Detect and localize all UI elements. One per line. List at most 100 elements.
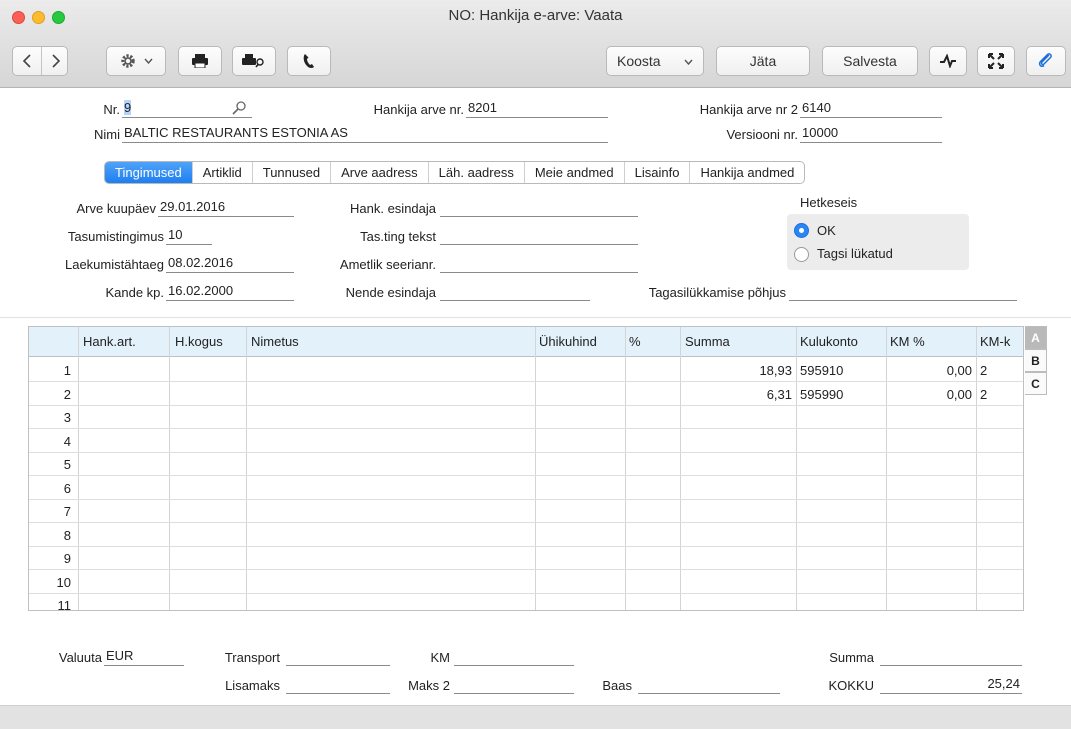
nende-esindaja-field[interactable] bbox=[440, 283, 590, 301]
hank-esindaja-field[interactable] bbox=[440, 199, 638, 217]
nende-esindaja-label: Nende esindaja bbox=[345, 285, 436, 300]
arve-kuupaev-field[interactable]: 29.01.2016 bbox=[158, 199, 294, 217]
tas-ting-tekst-label: Tas.ting tekst bbox=[360, 229, 436, 244]
versioon-field[interactable]: 10000 bbox=[800, 125, 942, 143]
nr-value: 9 bbox=[124, 100, 132, 115]
maks2-label: Maks 2 bbox=[408, 678, 450, 693]
status-ok-label: OK bbox=[817, 223, 836, 238]
kokku-field[interactable]: 25,24 bbox=[880, 676, 1022, 694]
tab-tunnused[interactable]: Tunnused bbox=[253, 162, 332, 183]
table-row[interactable]: 10 bbox=[29, 570, 1023, 594]
column-header-summa[interactable]: Summa bbox=[685, 334, 795, 349]
cell-kulukonto[interactable]: 595990 bbox=[800, 387, 882, 402]
cell-summa[interactable]: 18,93 bbox=[684, 363, 792, 378]
jata-button[interactable]: Jäta bbox=[716, 46, 810, 76]
section-divider bbox=[0, 317, 1071, 318]
chevron-right-icon bbox=[51, 54, 60, 68]
kande-kp-field[interactable]: 16.02.2000 bbox=[166, 283, 294, 301]
forward-button[interactable] bbox=[42, 47, 69, 75]
column-header-hank-art[interactable]: Hank.art. bbox=[83, 334, 168, 349]
side-tab-a[interactable]: A bbox=[1025, 326, 1047, 349]
column-header-uhikuhind[interactable]: Ühikuhind bbox=[539, 334, 623, 349]
hankija-arve2-field[interactable]: 6140 bbox=[800, 100, 942, 118]
back-button[interactable] bbox=[13, 47, 41, 75]
column-header-nimetus[interactable]: Nimetus bbox=[251, 334, 534, 349]
attachment-button[interactable] bbox=[1026, 46, 1066, 76]
ametlik-seerianr-field[interactable] bbox=[440, 255, 638, 273]
baas-field[interactable] bbox=[638, 676, 780, 694]
column-header-h-kogus[interactable]: H.kogus bbox=[175, 334, 246, 349]
table-row[interactable]: 2 6,31 595990 0,00 2 bbox=[29, 382, 1023, 406]
table-row[interactable]: 7 bbox=[29, 499, 1023, 523]
laekumistahtaeg-field[interactable]: 08.02.2016 bbox=[166, 255, 294, 273]
tagasilukkamise-pohjus-field[interactable] bbox=[789, 283, 1017, 301]
transport-field[interactable] bbox=[286, 648, 390, 666]
side-tab-c[interactable]: C bbox=[1025, 372, 1047, 395]
print-button[interactable] bbox=[178, 46, 222, 76]
column-header-km-percent[interactable]: KM % bbox=[890, 334, 974, 349]
form-area: Nr. 9 Hankija arve nr. 8201 Hankija arve… bbox=[0, 89, 1071, 705]
hankija-arve-field[interactable]: 8201 bbox=[466, 100, 608, 118]
expand-button[interactable] bbox=[977, 46, 1015, 76]
lisamaks-field[interactable] bbox=[286, 676, 390, 694]
row-number: 10 bbox=[56, 574, 71, 590]
print-preview-button[interactable] bbox=[232, 46, 276, 76]
status-ok-radio[interactable] bbox=[794, 223, 809, 238]
cell-km-k[interactable]: 2 bbox=[980, 387, 1021, 402]
tas-ting-tekst-field[interactable] bbox=[440, 227, 638, 245]
chevron-down-icon bbox=[143, 58, 153, 64]
tab-tingimused[interactable]: Tingimused bbox=[105, 162, 193, 183]
table-side-tabs: A B C bbox=[1025, 326, 1047, 395]
cell-km-k[interactable]: 2 bbox=[980, 363, 1021, 378]
valuuta-field[interactable]: EUR bbox=[104, 648, 184, 666]
tab-artiklid[interactable]: Artiklid bbox=[193, 162, 253, 183]
table-row[interactable]: 5 bbox=[29, 452, 1023, 476]
cell-summa[interactable]: 6,31 bbox=[684, 387, 792, 402]
column-header-kulukonto[interactable]: Kulukonto bbox=[800, 334, 884, 349]
table-row[interactable]: 6 bbox=[29, 476, 1023, 500]
summa-field[interactable] bbox=[880, 648, 1022, 666]
window-title: NO: Hankija e-arve: Vaata bbox=[448, 7, 623, 24]
row-number: 8 bbox=[63, 527, 71, 543]
tab-lah-aadress[interactable]: Läh. aadress bbox=[429, 162, 525, 183]
table-row[interactable]: 9 bbox=[29, 546, 1023, 570]
activity-button[interactable] bbox=[929, 46, 967, 76]
tab-meie-andmed[interactable]: Meie andmed bbox=[525, 162, 625, 183]
table-row[interactable]: 4 bbox=[29, 429, 1023, 453]
cell-km-percent[interactable]: 0,00 bbox=[890, 363, 972, 378]
paperclip-icon bbox=[1038, 53, 1052, 68]
tab-hankija-andmed[interactable]: Hankija andmed bbox=[690, 162, 804, 183]
chevron-left-icon bbox=[22, 54, 31, 68]
table-row[interactable]: 3 bbox=[29, 405, 1023, 429]
row-number: 1 bbox=[63, 363, 71, 378]
table-row[interactable]: 11 bbox=[29, 593, 1023, 610]
column-header-km-k[interactable]: KM-k bbox=[980, 334, 1023, 349]
side-tab-b[interactable]: B bbox=[1025, 349, 1047, 372]
maks2-field[interactable] bbox=[454, 676, 574, 694]
koosta-label: Koosta bbox=[617, 53, 661, 69]
cell-kulukonto[interactable]: 595910 bbox=[800, 363, 882, 378]
status-bar bbox=[0, 705, 1071, 729]
search-icon[interactable] bbox=[232, 101, 246, 115]
kokku-label: KOKKU bbox=[828, 678, 874, 693]
tasumistingimus-label: Tasumistingimus bbox=[67, 229, 164, 244]
actions-menu-button[interactable] bbox=[106, 46, 166, 76]
laekumistahtaeg-label: Laekumistähtaeg bbox=[64, 257, 164, 272]
km-field[interactable] bbox=[454, 648, 574, 666]
koosta-dropdown[interactable]: Koosta bbox=[606, 46, 704, 76]
nimi-field[interactable]: BALTIC RESTAURANTS ESTONIA AS bbox=[122, 125, 608, 143]
tab-lisainfo[interactable]: Lisainfo bbox=[625, 162, 691, 183]
table-row[interactable]: 1 18,93 595910 0,00 2 bbox=[29, 358, 1023, 382]
table-row[interactable]: 8 bbox=[29, 523, 1023, 547]
call-button[interactable] bbox=[287, 46, 331, 76]
status-rejected-radio[interactable] bbox=[794, 247, 809, 262]
salvesta-button[interactable]: Salvesta bbox=[822, 46, 918, 76]
printer-icon bbox=[192, 54, 208, 68]
tasumistingimus-field[interactable]: 10 bbox=[166, 227, 212, 245]
cell-km-percent[interactable]: 0,00 bbox=[890, 387, 972, 402]
activity-graph-icon bbox=[940, 54, 956, 68]
versioon-label: Versiooni nr. bbox=[726, 127, 798, 142]
tab-arve-aadress[interactable]: Arve aadress bbox=[331, 162, 429, 183]
column-header-percent[interactable]: % bbox=[629, 334, 678, 349]
items-table[interactable]: Hank.art. H.kogus Nimetus Ühikuhind% Summa Ku… bbox=[28, 326, 1024, 611]
